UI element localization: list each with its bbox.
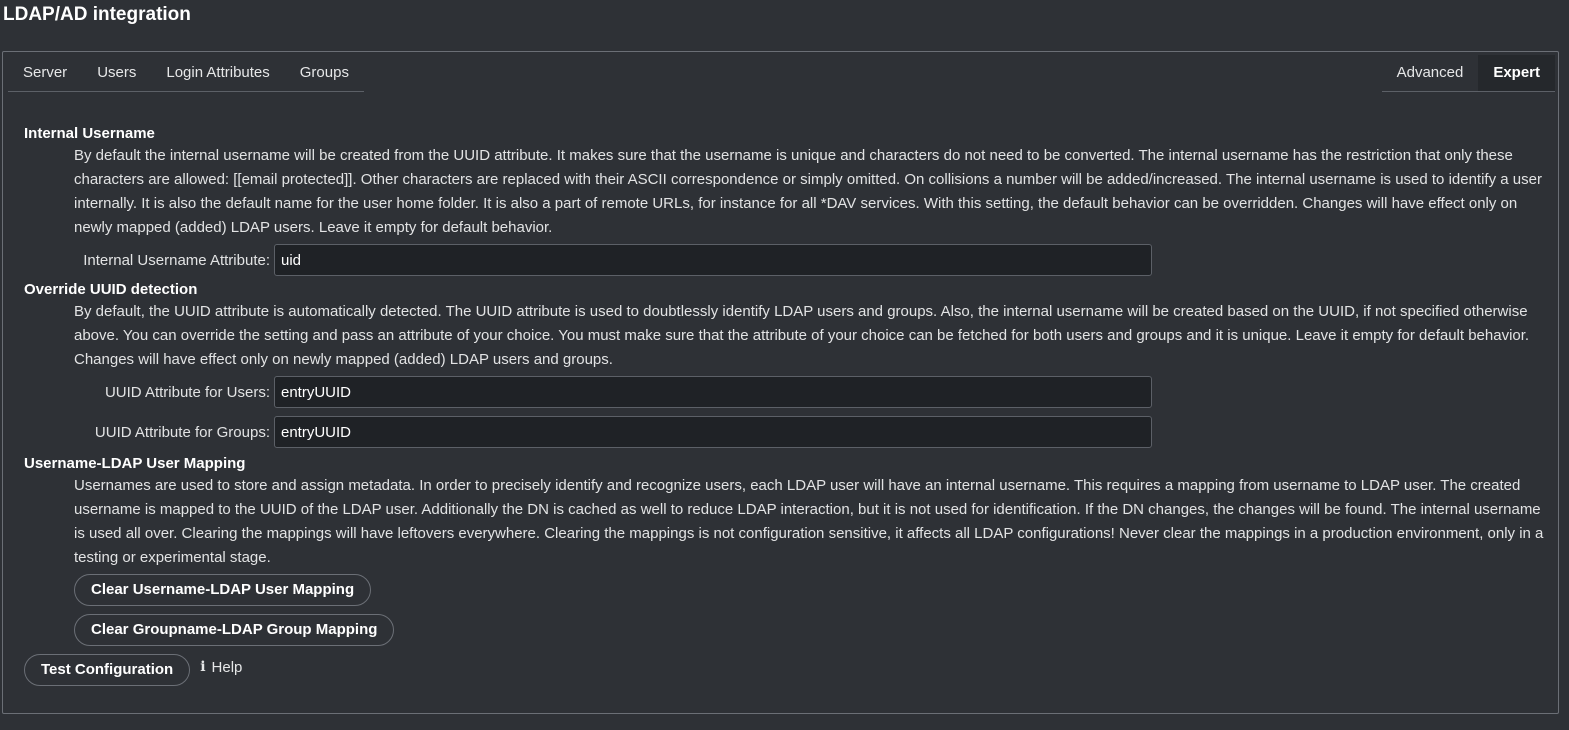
uuid-users-input[interactable]: [274, 376, 1152, 408]
footer-actions: Test Configuration i Help: [24, 654, 1544, 686]
test-configuration-button[interactable]: Test Configuration: [24, 654, 191, 686]
uuid-groups-row: UUID Attribute for Groups:: [24, 415, 1544, 449]
help-link[interactable]: i Help: [200, 659, 242, 676]
user-mapping-title: Username-LDAP User Mapping: [24, 455, 246, 472]
ldap-config-panel: Server Users Login Attributes Groups Adv…: [2, 51, 1559, 714]
user-mapping-description: Usernames are used to store and assign m…: [74, 477, 1544, 566]
override-uuid-description: By default, the UUID attribute is automa…: [74, 303, 1530, 368]
override-uuid-title: Override UUID detection: [24, 281, 198, 298]
clear-user-mapping-row: Clear Username-LDAP User Mapping: [74, 574, 1544, 606]
internal-username-row: Internal Username Attribute:: [24, 243, 1544, 277]
uuid-users-label: UUID Attribute for Users:: [104, 383, 270, 401]
expert-settings: Internal Username By default the interna…: [24, 124, 1544, 686]
tab-login-attributes[interactable]: Login Attributes: [151, 55, 284, 91]
internal-username-attribute-label: Internal Username Attribute:: [83, 251, 270, 269]
info-icon: i: [200, 659, 206, 675]
uuid-groups-input[interactable]: [274, 416, 1152, 448]
clear-user-mapping-button[interactable]: Clear Username-LDAP User Mapping: [74, 574, 372, 606]
tab-expert[interactable]: Expert: [1478, 55, 1555, 91]
tab-advanced[interactable]: Advanced: [1382, 55, 1479, 91]
tab-server[interactable]: Server: [8, 55, 82, 91]
help-label: Help: [211, 658, 243, 676]
tab-users[interactable]: Users: [82, 55, 151, 91]
secondary-tabs: Advanced Expert: [1381, 55, 1555, 92]
internal-username-attribute-input[interactable]: [274, 244, 1152, 276]
internal-username-title: Internal Username: [24, 125, 155, 142]
uuid-users-row: UUID Attribute for Users:: [24, 375, 1544, 409]
tab-groups[interactable]: Groups: [285, 55, 364, 91]
clear-group-mapping-row: Clear Groupname-LDAP Group Mapping: [74, 614, 1544, 646]
primary-tabs: Server Users Login Attributes Groups: [8, 55, 364, 92]
uuid-groups-label: UUID Attribute for Groups:: [94, 423, 270, 441]
clear-group-mapping-button[interactable]: Clear Groupname-LDAP Group Mapping: [74, 614, 395, 646]
internal-username-description: By default the internal username will be…: [74, 147, 1542, 236]
page-title: LDAP/AD integration: [3, 4, 191, 25]
